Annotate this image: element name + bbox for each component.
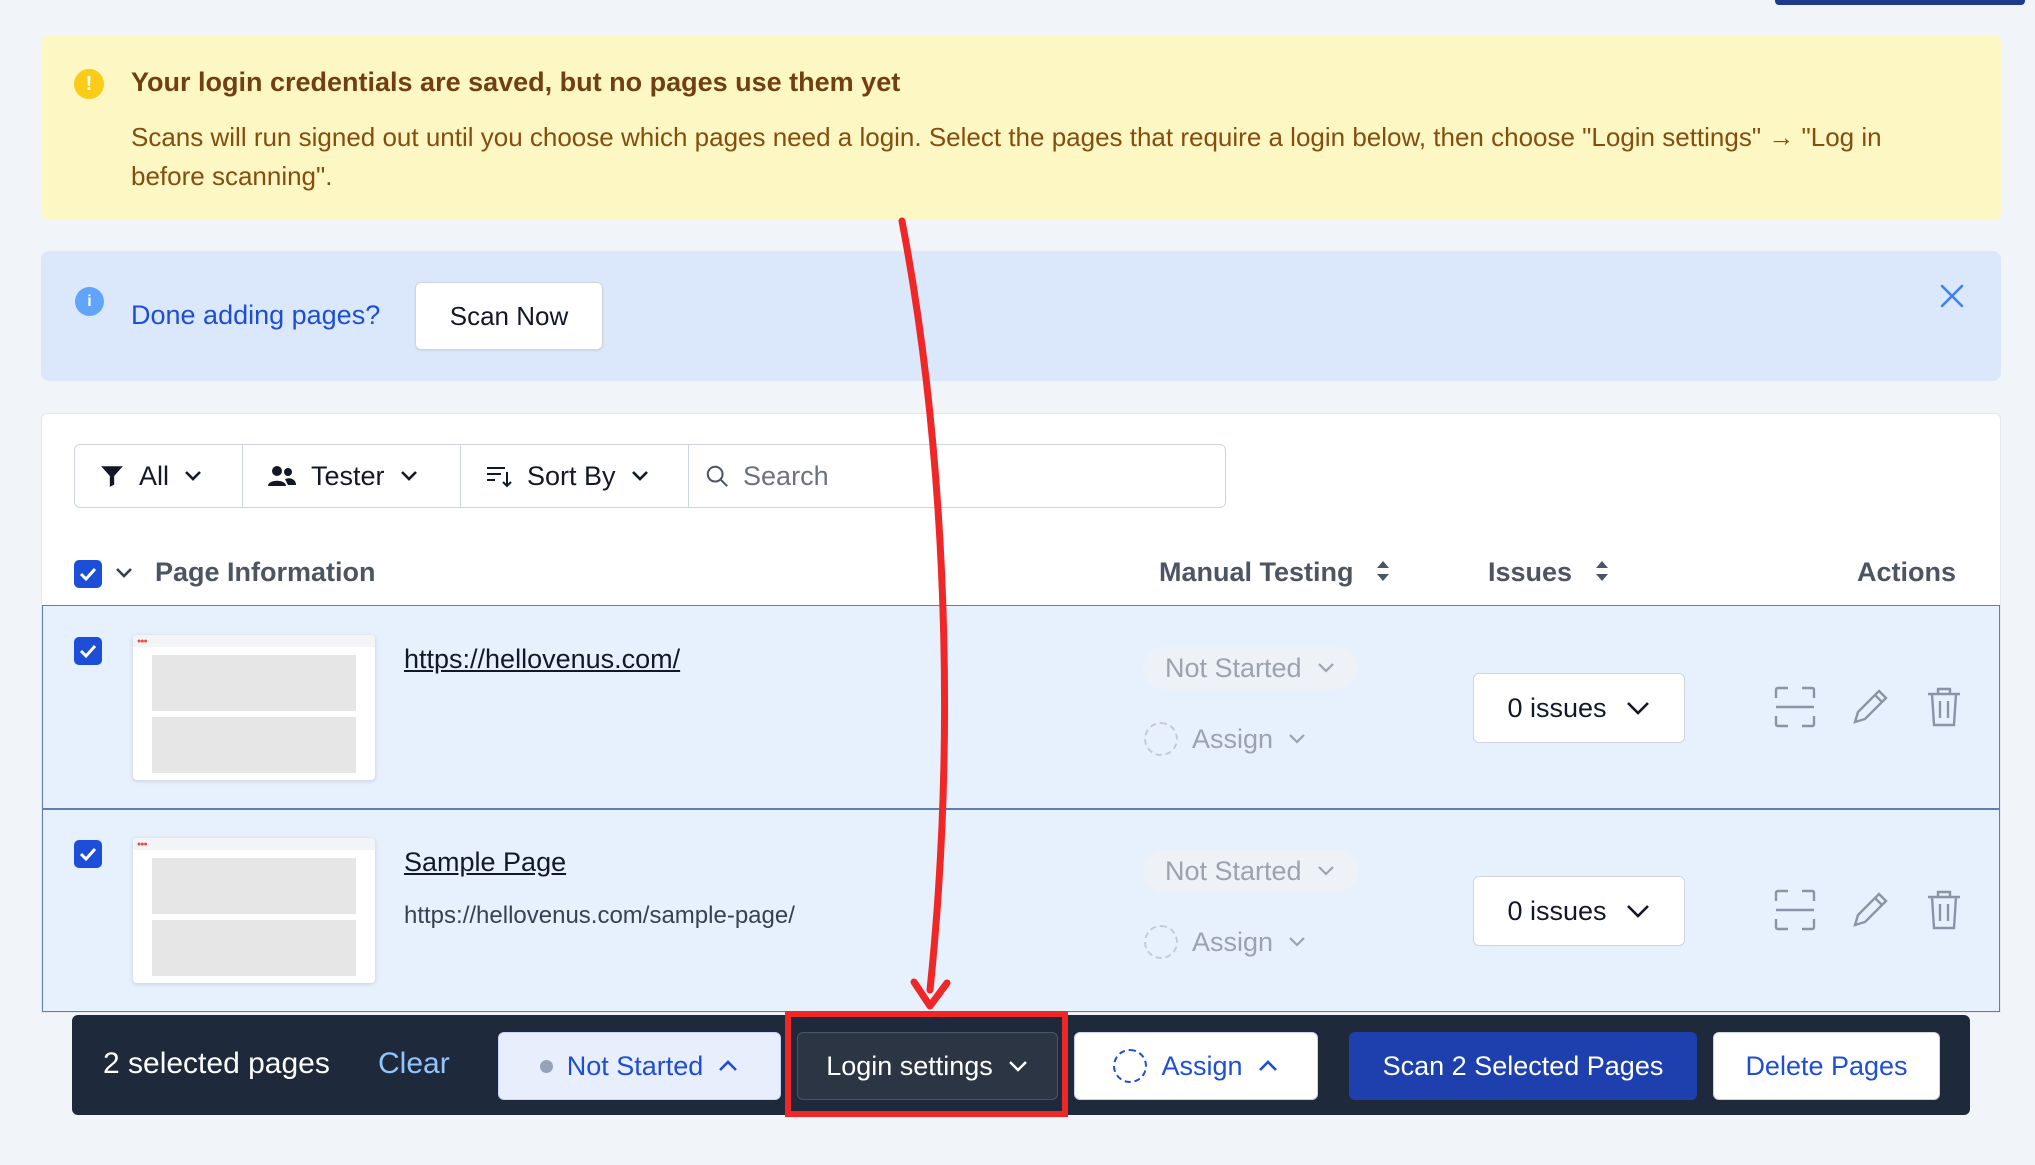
manual-testing-status-dropdown[interactable]: Not Started	[1143, 647, 1358, 689]
delete-pages-button[interactable]: Delete Pages	[1713, 1032, 1940, 1100]
search-input[interactable]	[743, 460, 1209, 492]
trash-icon[interactable]	[1926, 889, 1962, 931]
assign-dropdown[interactable]: Assign	[1144, 722, 1307, 756]
column-actions: Actions	[1857, 557, 1957, 587]
chevron-down-icon	[1626, 905, 1649, 918]
page-link[interactable]: https://hellovenus.com/	[404, 644, 680, 675]
clear-selection-link[interactable]: Clear	[378, 1047, 450, 1081]
column-page-information: Page Information	[155, 557, 376, 587]
unassigned-avatar-icon	[1144, 925, 1178, 959]
top-button-edge	[1775, 0, 2025, 5]
scan-icon[interactable]	[1774, 686, 1816, 728]
info-icon: i	[75, 287, 104, 316]
chevron-down-icon	[631, 471, 648, 481]
info-text: Done adding pages?	[131, 300, 381, 330]
edit-pencil-icon[interactable]	[1849, 889, 1891, 931]
bulk-assign-label: Assign	[1161, 1050, 1243, 1081]
bulk-assign-dropdown[interactable]: Assign	[1074, 1032, 1318, 1100]
warning-title: Your login credentials are saved, but no…	[131, 67, 901, 97]
search-box	[689, 445, 1225, 507]
selected-count: 2 selected pages	[103, 1047, 330, 1080]
column-manual-testing[interactable]: Manual Testing	[1159, 557, 1354, 588]
edit-pencil-icon[interactable]	[1849, 686, 1891, 728]
assign-label: Assign	[1192, 723, 1274, 754]
users-icon	[268, 466, 296, 486]
scan-now-button[interactable]: Scan Now	[415, 282, 603, 350]
page-url: https://hellovenus.com/sample-page/	[404, 902, 795, 929]
filter-all-dropdown[interactable]: All	[75, 445, 243, 507]
select-all-checkbox[interactable]	[74, 560, 102, 588]
login-settings-label: Login settings	[826, 1050, 993, 1081]
trash-icon[interactable]	[1926, 686, 1962, 728]
issues-dropdown[interactable]: 0 issues	[1473, 876, 1685, 946]
sort-arrows-icon[interactable]	[1593, 557, 1611, 585]
sort-icon	[487, 467, 512, 488]
close-icon[interactable]	[1936, 283, 1968, 315]
tester-dropdown[interactable]: Tester	[243, 445, 461, 507]
chevron-down-icon	[1317, 663, 1334, 673]
manual-testing-status-dropdown[interactable]: Not Started	[1143, 850, 1358, 892]
sort-by-label: Sort By	[527, 460, 616, 491]
filter-bar: All Tester Sort By	[74, 444, 1226, 508]
sort-arrows-icon[interactable]	[1374, 557, 1392, 585]
row-checkbox[interactable]	[74, 637, 102, 665]
search-icon	[706, 465, 728, 487]
status-label: Not Started	[1165, 652, 1302, 683]
sort-by-dropdown[interactable]: Sort By	[461, 445, 689, 507]
scan-icon[interactable]	[1774, 889, 1816, 931]
alert-icon: !	[74, 69, 104, 99]
page-link[interactable]: Sample Page	[404, 847, 566, 878]
status-label: Not Started	[1165, 855, 1302, 886]
warning-body: Scans will run signed out until you choo…	[131, 122, 1882, 191]
chevron-down-icon	[185, 471, 201, 481]
issues-label: 0 issues	[1507, 895, 1607, 926]
chevron-up-icon	[1258, 1060, 1277, 1071]
chevron-down-icon	[400, 471, 417, 481]
row-checkbox[interactable]	[74, 840, 102, 868]
assign-dropdown[interactable]: Assign	[1144, 925, 1307, 959]
chevron-down-icon	[1289, 937, 1305, 947]
column-issues[interactable]: Issues	[1488, 557, 1572, 588]
assign-label: Assign	[1192, 926, 1274, 957]
filter-all-label: All	[139, 460, 170, 491]
chevron-up-icon	[719, 1060, 738, 1071]
chevron-down-icon	[1289, 734, 1305, 744]
filter-icon	[101, 466, 123, 487]
chevron-down-icon	[1626, 702, 1649, 715]
bulk-status-label: Not Started	[566, 1050, 704, 1081]
page-thumbnail: ●●●	[133, 635, 375, 780]
unassigned-avatar-icon	[1113, 1049, 1148, 1083]
issues-dropdown[interactable]: 0 issues	[1473, 673, 1685, 743]
chevron-down-icon	[1317, 866, 1334, 876]
chevron-down-icon	[1008, 1061, 1027, 1072]
status-dot-icon	[539, 1059, 553, 1073]
page-thumbnail: ●●●	[133, 838, 375, 983]
tester-label: Tester	[311, 460, 385, 491]
issues-label: 0 issues	[1507, 692, 1607, 723]
chevron-down-icon[interactable]	[113, 562, 135, 584]
unassigned-avatar-icon	[1144, 722, 1178, 756]
bulk-status-dropdown[interactable]: Not Started	[498, 1032, 781, 1100]
login-settings-dropdown[interactable]: Login settings	[797, 1032, 1058, 1100]
scan-selected-button[interactable]: Scan 2 Selected Pages	[1349, 1032, 1697, 1100]
